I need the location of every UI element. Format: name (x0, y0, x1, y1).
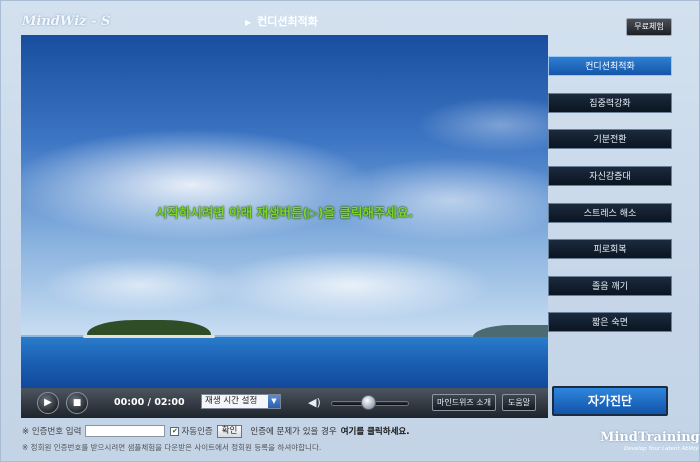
time-setting-label: 재생 시간 설정 (205, 396, 258, 406)
island (87, 320, 211, 336)
time-setting-select[interactable]: 재생 시간 설정 ▼ (201, 394, 281, 409)
auth-notice: 인증에 문제가 있을 경우 (250, 427, 337, 437)
page-title-text: 컨디션최적화 (257, 15, 318, 28)
self-check-button[interactable]: 자가진단 (552, 386, 668, 416)
brand-logo: MindWiz - S (22, 14, 111, 29)
auto-auth-label: 자동인증 (181, 427, 213, 437)
auth-row: ※ 인증번호 입력 ✔ 자동인증 확인 인증에 문제가 있을 경우 여기를 클릭… (22, 424, 409, 438)
player-controls: ▶ ■ 00:00 / 02:00 재생 시간 설정 ▼ ◀) 마인드위즈 소개 … (21, 388, 548, 418)
help-button[interactable]: 도움말 (502, 394, 536, 411)
stop-button[interactable]: ■ (66, 392, 88, 414)
mindwiz-intro-button[interactable]: 마인드위즈 소개 (432, 394, 496, 411)
menu-item-focus[interactable]: 집중력강화 (548, 93, 672, 113)
time-display: 00:00 / 02:00 (114, 397, 185, 408)
page-title: ▶ 컨디션최적화 (245, 13, 318, 29)
auth-help-link[interactable]: 여기를 클릭하세요. (341, 425, 410, 437)
video-area[interactable]: 시작하시려면 아래 재생버튼(▷)을 클릭해주세요. (21, 35, 548, 388)
chevron-down-icon[interactable]: ▼ (268, 395, 280, 408)
auth-label: ※ 인증번호 입력 (22, 427, 82, 437)
island-beach (83, 335, 215, 338)
menu-item-nap[interactable]: 짧은 숙면 (548, 312, 672, 332)
menu-item-fatigue[interactable]: 피로회복 (548, 239, 672, 259)
membership-info: ※ 정회원 인증번호를 받으시려면 샘플체험을 다운받은 사이트에서 정회원 등… (22, 443, 322, 452)
play-triangle-icon: ▶ (245, 18, 252, 27)
logo-tagline: Develop Your Latent Ability (624, 446, 699, 452)
mindtraining-logo: MindTraining (600, 430, 700, 445)
stop-icon: ■ (72, 398, 82, 408)
menu-item-condition[interactable]: 컨디션최적화 (548, 56, 672, 76)
sea (21, 337, 548, 388)
menu-item-confidence[interactable]: 자신감증대 (548, 166, 672, 186)
volume-knob[interactable] (361, 395, 376, 410)
start-message: 시작하시려면 아래 재생버튼(▷)을 클릭해주세요. (155, 205, 414, 220)
auto-auth-checkbox[interactable]: ✔ (170, 426, 180, 436)
menu-item-wake[interactable]: 졸음 깨기 (548, 276, 672, 296)
volume-icon[interactable]: ◀) (308, 396, 321, 409)
play-button[interactable]: ▶ (37, 392, 59, 414)
sky-background (21, 35, 548, 337)
play-icon: ▶ (44, 397, 52, 408)
free-trial-button[interactable]: 무료체험 (626, 18, 672, 36)
menu-item-mood[interactable]: 기분전환 (548, 129, 672, 149)
auth-code-input[interactable] (85, 425, 166, 437)
confirm-button[interactable]: 확인 (216, 424, 243, 438)
menu-item-stress[interactable]: 스트레스 해소 (548, 203, 672, 223)
